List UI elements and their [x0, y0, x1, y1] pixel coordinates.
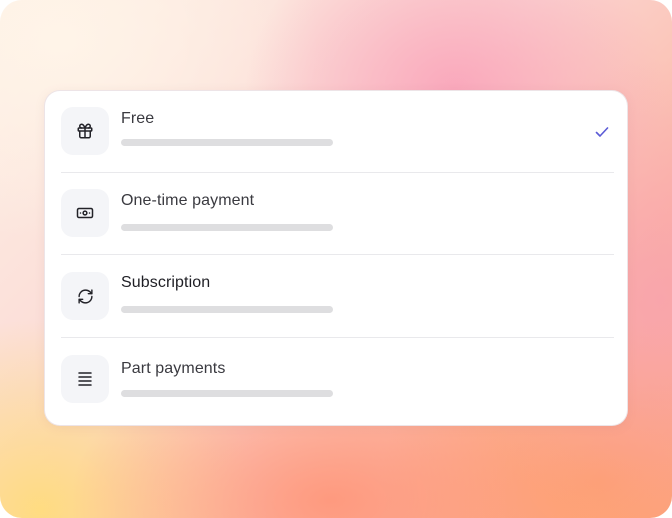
option-label: Part payments: [121, 360, 226, 377]
background-frame: Free One-time payment Subscription Part …: [0, 0, 672, 518]
refresh-icon: [77, 288, 93, 304]
option-one-time-payment[interactable]: One-time payment: [61, 173, 614, 255]
option-icon-box: [61, 272, 109, 320]
option-subscription[interactable]: Subscription: [61, 255, 614, 337]
option-label: Free: [121, 110, 155, 127]
option-description-placeholder: [121, 306, 333, 313]
payment-options-card: Free One-time payment Subscription Part …: [44, 90, 628, 426]
list-icon: [78, 372, 92, 386]
check-icon: [595, 127, 609, 137]
option-part-payments[interactable]: Part payments: [61, 338, 614, 420]
option-free[interactable]: Free: [61, 91, 614, 173]
option-icon-box: [61, 355, 109, 403]
option-icon-box: [61, 189, 109, 237]
option-description-placeholder: [121, 224, 333, 231]
option-description-placeholder: [121, 139, 333, 146]
gift-icon: [77, 123, 93, 139]
option-icon-box: [61, 107, 109, 155]
banknote-icon: [76, 207, 94, 219]
option-label: Subscription: [121, 274, 211, 291]
option-description-placeholder: [121, 390, 333, 397]
option-label: One-time payment: [121, 192, 255, 209]
